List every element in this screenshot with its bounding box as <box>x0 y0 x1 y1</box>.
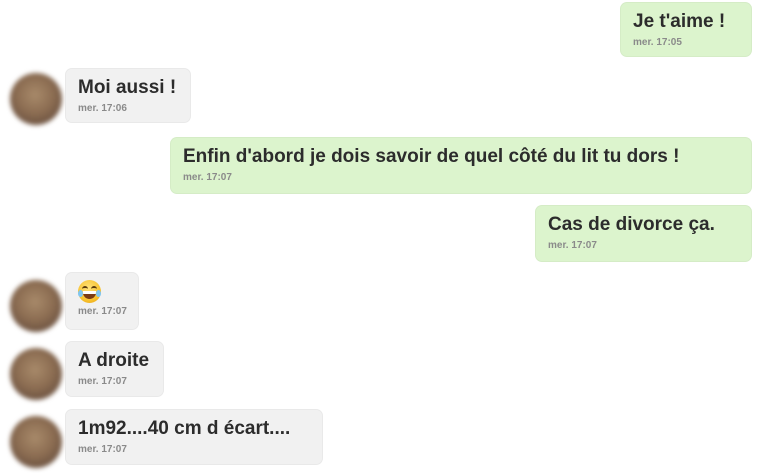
message-timestamp: mer. 17:07 <box>183 172 232 183</box>
message-text: 1m92....40 cm d écart.... <box>78 418 291 439</box>
incoming-message[interactable]: Moi aussi ! mer. 17:06 <box>65 68 191 123</box>
message-text: Cas de divorce ça. <box>548 214 715 235</box>
message-timestamp: mer. 17:07 <box>548 240 597 251</box>
message-text: A droite <box>78 350 150 371</box>
contact-avatar[interactable] <box>10 416 62 468</box>
message-timestamp: mer. 17:05 <box>633 37 682 48</box>
outgoing-message[interactable]: Je t'aime ! mer. 17:05 <box>620 2 752 57</box>
incoming-message[interactable]: mer. 17:07 <box>65 272 139 330</box>
outgoing-message[interactable]: Cas de divorce ça. mer. 17:07 <box>535 205 752 262</box>
laughing-tears-emoji-icon <box>78 280 101 303</box>
message-timestamp: mer. 17:07 <box>78 306 127 317</box>
message-timestamp: mer. 17:06 <box>78 103 127 114</box>
chat-thread: Je t'aime ! mer. 17:05 Moi aussi ! mer. … <box>0 0 768 473</box>
contact-avatar[interactable] <box>10 348 62 400</box>
message-text: Enfin d'abord je dois savoir de quel côt… <box>183 146 680 167</box>
incoming-message[interactable]: A droite mer. 17:07 <box>65 341 164 397</box>
incoming-message[interactable]: 1m92....40 cm d écart.... mer. 17:07 <box>65 409 323 465</box>
contact-avatar[interactable] <box>10 73 62 125</box>
message-timestamp: mer. 17:07 <box>78 376 127 387</box>
outgoing-message[interactable]: Enfin d'abord je dois savoir de quel côt… <box>170 137 752 194</box>
contact-avatar[interactable] <box>10 280 62 332</box>
message-timestamp: mer. 17:07 <box>78 444 127 455</box>
message-text: Je t'aime ! <box>633 11 726 32</box>
message-text: Moi aussi ! <box>78 77 177 98</box>
